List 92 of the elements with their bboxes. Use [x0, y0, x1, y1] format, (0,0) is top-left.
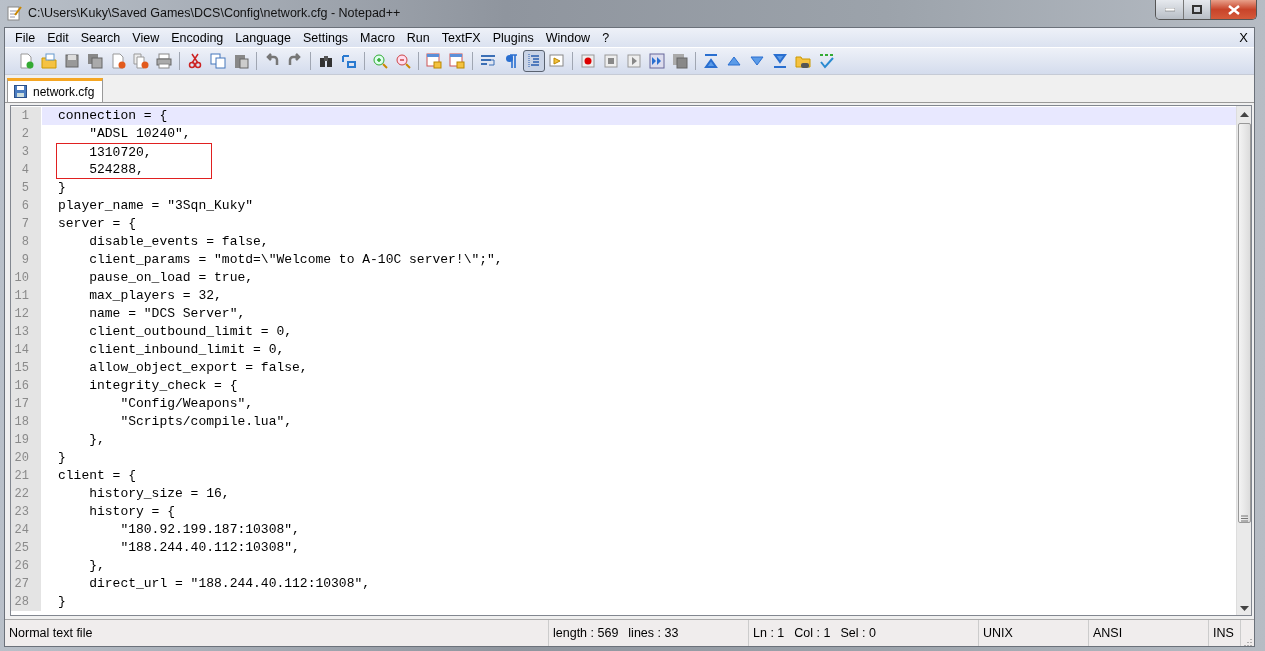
line-number: 3 [11, 143, 41, 161]
code-line: } [58, 449, 66, 467]
line-number: 20 [11, 449, 41, 467]
menu-item[interactable]: View [126, 30, 166, 45]
menu-item[interactable]: TextFX [435, 30, 487, 45]
code-line: "Scripts/compile.lua", [119, 413, 293, 431]
line-number: 24 [11, 521, 41, 539]
code-line: }, [88, 431, 105, 449]
line-number: 26 [11, 557, 41, 575]
line-number: 7 [11, 215, 41, 233]
code-line: "Config/Weapons", [119, 395, 254, 413]
line-number: 10 [11, 269, 41, 287]
line-number: 4 [11, 161, 41, 179]
close-document-button[interactable]: X [1239, 30, 1248, 45]
code-line: integrity_check = { [88, 377, 238, 395]
code-line: disable_events = false, [88, 233, 269, 251]
code-line: direct_url = "188.244.40.112:10308", [88, 575, 371, 593]
code-line: client_params = "motd=\"Welcome to A-10C server!\";", [88, 251, 503, 269]
file-tab[interactable]: network.cfg [7, 78, 104, 102]
line-number: 17 [11, 395, 41, 413]
eol-format-label: UNIX [979, 620, 1089, 646]
line-number: 13 [11, 323, 41, 341]
lines-label: lines : 33 [628, 626, 679, 640]
line-number: 6 [11, 197, 41, 215]
menu-item[interactable]: Edit [41, 30, 75, 45]
menu-item[interactable]: ? [596, 30, 616, 45]
minimize-icon[interactable] [1164, 7, 1175, 12]
code-line: client_inbound_limit = 0, [88, 341, 285, 359]
maximize-button[interactable] [1183, 0, 1210, 19]
menu-item[interactable]: Encoding [165, 30, 230, 45]
code-line: history_size = 16, [88, 485, 230, 503]
code-line: max_players = 32, [88, 287, 222, 305]
code-line: allow_object_export = false, [88, 359, 308, 377]
line-number: 1 [11, 107, 41, 125]
line-number: 25 [11, 539, 41, 557]
line-number: 23 [11, 503, 41, 521]
cursor-position-label: Col : 1 [794, 626, 831, 640]
code-line: "188.244.40.112:10308", [119, 539, 300, 557]
line-number: 11 [11, 287, 41, 305]
line-number: 12 [11, 305, 41, 323]
line-number: 21 [11, 467, 41, 485]
code-line: client_outbound_limit = 0, [88, 323, 293, 341]
code-line: client = { [58, 467, 136, 485]
insert-mode-label: INS [1209, 620, 1241, 646]
menu-item[interactable]: Plugins [486, 30, 540, 45]
line-number: 15 [11, 359, 41, 377]
menu-item[interactable]: File [9, 30, 42, 45]
line-number: 19 [11, 431, 41, 449]
line-number: 16 [11, 377, 41, 395]
code-line: 524288, [56, 161, 212, 179]
menu-item[interactable]: Settings [296, 30, 355, 45]
line-number: 5 [11, 179, 41, 197]
line-number: 2 [11, 125, 41, 143]
vertical-scrollbar[interactable] [1236, 106, 1251, 615]
menu-item[interactable]: Language [229, 30, 297, 45]
line-number: 9 [11, 251, 41, 269]
code-line: }, [88, 557, 105, 575]
line-number: 27 [11, 575, 41, 593]
line-number: 22 [11, 485, 41, 503]
menu-item[interactable]: Run [400, 30, 436, 45]
close-icon[interactable] [1227, 4, 1240, 15]
code-line: name = "DCS Server", [88, 305, 246, 323]
resize-grip-icon [1242, 636, 1252, 646]
line-number: 28 [11, 593, 41, 611]
notepad-icon [6, 5, 22, 21]
code-line: "180.92.199.187:10308", [119, 521, 300, 539]
code-line: player_name = "3Sqn_Kuky" [58, 197, 254, 215]
maximize-icon[interactable] [1192, 5, 1202, 14]
line-number: 8 [11, 233, 41, 251]
code-line: pause_on_load = true, [88, 269, 254, 287]
scrollbar-thumb[interactable] [1237, 123, 1251, 523]
code-line: server = { [58, 215, 136, 233]
line-number: 14 [11, 341, 41, 359]
code-line: connection = { [58, 107, 168, 125]
code-line: history = { [88, 503, 176, 521]
code-line: 1310720, [56, 143, 212, 161]
scroll-up-icon[interactable] [1239, 112, 1249, 117]
line-number: 18 [11, 413, 41, 431]
file-type-label: Normal text file [5, 620, 549, 646]
encoding-label: ANSI [1089, 620, 1209, 646]
scroll-down-icon[interactable] [1239, 606, 1249, 611]
menu-item[interactable]: Window [539, 30, 597, 45]
cursor-position-label: Sel : 0 [840, 626, 876, 640]
code-line: } [58, 179, 66, 197]
length-label: length : 569 [553, 626, 619, 640]
code-line: "ADSL 10240", [88, 125, 191, 143]
window-title: C:\Users\Kuky\Saved Games\DCS\Config\network.cfg - Notepad++ [28, 6, 401, 20]
code-line: } [58, 593, 66, 611]
close-button[interactable] [1210, 0, 1256, 19]
menu-item[interactable]: Search [74, 30, 127, 45]
menu-item[interactable]: Macro [354, 30, 401, 45]
cursor-position-label: Ln : 1 [753, 626, 785, 640]
